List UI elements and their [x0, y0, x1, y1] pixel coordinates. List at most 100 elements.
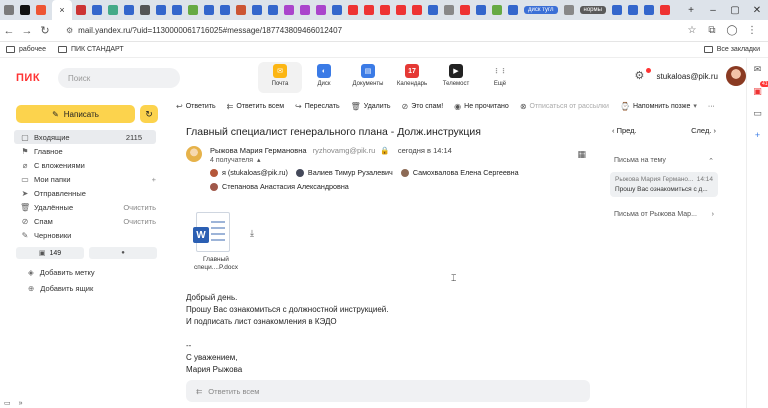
clear-trash-button[interactable]: Очистить: [123, 203, 156, 212]
app-calendar[interactable]: 17 Календарь: [390, 62, 434, 93]
sender-name[interactable]: Рыжова Мария Германовна: [210, 146, 307, 155]
recipient[interactable]: Степанова Анастасия Александровна: [210, 182, 349, 191]
gear-icon[interactable]: ⚙: [635, 68, 651, 83]
folder-spam[interactable]: ⊘ Спам Очистить: [0, 214, 170, 228]
app-disk[interactable]: ◐ Диск: [302, 62, 346, 93]
important-chip[interactable]: ●: [89, 247, 157, 259]
folder-main[interactable]: ⚑ Главное: [0, 144, 170, 158]
thread-message-card[interactable]: Рыжова Мария Германо... 14:14 Прошу Вас …: [610, 172, 718, 197]
reply-button[interactable]: ↩ Ответить: [176, 102, 216, 111]
favicon[interactable]: [76, 5, 86, 15]
minimize-icon[interactable]: –: [702, 5, 724, 16]
recipient[interactable]: я (stukaloas@pik.ru): [210, 168, 288, 177]
clear-spam-button[interactable]: Очистить: [123, 217, 156, 226]
user-email[interactable]: stukaloas@pik.ru: [657, 72, 718, 81]
favicon[interactable]: [659, 5, 670, 15]
avatar[interactable]: [726, 66, 746, 86]
add-folder-button[interactable]: +: [152, 175, 156, 184]
side-panel-mail-icon[interactable]: ✉: [752, 64, 764, 76]
folder-sent[interactable]: ➤ Отправленные: [0, 186, 170, 200]
app-more[interactable]: ⋮⋮ Ещё: [478, 62, 522, 93]
recipient[interactable]: Самохвалова Елена Сергеевна: [400, 168, 519, 177]
menu-icon[interactable]: ⋮: [742, 25, 762, 36]
compose-button[interactable]: ✎ Написать: [16, 105, 135, 123]
favicon[interactable]: [124, 5, 134, 15]
prev-message-button[interactable]: ‹ Пред.: [612, 126, 637, 135]
thread-section-header[interactable]: Письма на тему ⌃: [614, 157, 714, 165]
forward-button[interactable]: ↪ Переслать: [295, 102, 340, 111]
favicon[interactable]: [380, 5, 390, 15]
favicon[interactable]: [4, 5, 14, 15]
folder-drafts[interactable]: ✎ Черновики: [0, 228, 170, 242]
reload-icon[interactable]: ↻: [36, 24, 54, 37]
folder-attachments[interactable]: ⌀ С вложениями: [0, 158, 170, 172]
sender-avatar[interactable]: [186, 146, 202, 162]
close-window-icon[interactable]: ✕: [746, 5, 768, 16]
reply-all-button[interactable]: ⇇ Ответить всем: [227, 102, 284, 111]
remind-later-button[interactable]: ⌚ Напомнить позже ▾: [620, 102, 697, 111]
add-mailbox-link[interactable]: ⊕ Добавить ящик: [0, 280, 170, 296]
favicon[interactable]: [92, 5, 102, 15]
app-documents[interactable]: ▤ Документы: [346, 62, 390, 93]
favicon[interactable]: [428, 5, 438, 15]
folder-inbox[interactable]: ▢ Входящие 2115: [14, 130, 156, 144]
add-label-link[interactable]: ◈ Добавить метку: [0, 264, 170, 280]
recipient[interactable]: Валиев Тимур Рузалевич: [295, 168, 393, 177]
favicon[interactable]: [412, 5, 422, 15]
favicon[interactable]: [316, 5, 326, 15]
favicon[interactable]: [236, 5, 246, 15]
url-field[interactable]: ⚙ mail.yandex.ru/?uid=1130000061716025#m…: [60, 23, 682, 39]
favicon[interactable]: [476, 5, 486, 15]
favicon[interactable]: [563, 5, 574, 15]
app-telemost[interactable]: ▶ Телемост: [434, 62, 478, 93]
url-text[interactable]: mail.yandex.ru/?uid=1130000061716025#mes…: [78, 26, 342, 35]
star-icon[interactable]: ☆: [682, 25, 702, 36]
favicon[interactable]: [204, 5, 214, 15]
side-panel-add-icon[interactable]: +: [752, 130, 764, 142]
maximize-icon[interactable]: ▢: [724, 5, 746, 16]
expand-icon[interactable]: »: [19, 400, 23, 407]
tab-pill-norms[interactable]: нормы: [579, 6, 606, 14]
next-message-button[interactable]: След. ›: [691, 126, 716, 135]
favicon[interactable]: [492, 5, 502, 15]
spam-button[interactable]: ⊘ Это спам!: [402, 102, 444, 111]
quick-reply-field[interactable]: ⇇ Ответить всем: [186, 380, 590, 402]
favicon[interactable]: [220, 5, 230, 15]
favicon[interactable]: [396, 5, 406, 15]
bookmark-folder-pik[interactable]: ПИК СТАНДАРТ: [57, 46, 124, 53]
favicon[interactable]: [508, 5, 518, 15]
more-button[interactable]: ···: [708, 103, 715, 110]
active-tab[interactable]: ×: [52, 0, 72, 20]
favicon[interactable]: [172, 5, 182, 15]
delete-button[interactable]: 🗑 Удалить: [351, 102, 391, 111]
favicon[interactable]: [300, 5, 310, 15]
unread-chip[interactable]: ▣ 149: [16, 247, 84, 259]
forward-icon[interactable]: →: [18, 25, 36, 37]
folder-trash[interactable]: 🗑 Удалённые Очистить: [0, 200, 170, 214]
download-icon[interactable]: ⤓: [250, 228, 254, 239]
extensions-icon[interactable]: ⧉: [702, 25, 722, 36]
favicon[interactable]: [348, 5, 358, 15]
tab-pill-disk[interactable]: диск тугл: [524, 6, 558, 14]
all-bookmarks[interactable]: Все закладки: [703, 46, 760, 53]
favicon[interactable]: [156, 5, 166, 15]
sender-email[interactable]: ryzhovamg@pik.ru: [313, 146, 376, 155]
favicon[interactable]: [268, 5, 278, 15]
site-info-icon[interactable]: ⚙: [66, 26, 73, 35]
unsubscribe-button[interactable]: ⊗ Отписаться от рассылки: [520, 102, 609, 111]
favicon[interactable]: [460, 5, 470, 15]
search-input[interactable]: Поиск: [58, 68, 181, 88]
favicon[interactable]: [332, 5, 342, 15]
favicon[interactable]: [140, 5, 150, 15]
close-icon[interactable]: ×: [59, 5, 64, 15]
favicon[interactable]: [611, 5, 622, 15]
profile-icon[interactable]: ◯: [722, 25, 742, 36]
favicon[interactable]: [284, 5, 294, 15]
refresh-button[interactable]: ↻: [140, 105, 158, 123]
side-panel-chat-icon[interactable]: ▭: [752, 108, 764, 120]
favicon[interactable]: [108, 5, 118, 15]
back-icon[interactable]: ←: [0, 25, 18, 37]
unread-button[interactable]: ◉ Не прочитано: [454, 102, 509, 111]
favicon[interactable]: [188, 5, 198, 15]
favicon[interactable]: [627, 5, 638, 15]
